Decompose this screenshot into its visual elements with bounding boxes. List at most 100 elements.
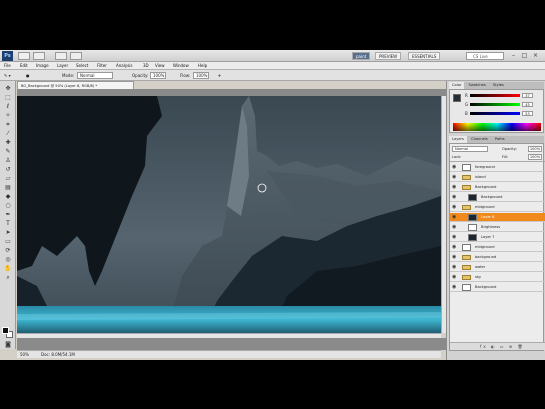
slider-g[interactable] [470,103,520,106]
menu-help[interactable]: Help [198,62,207,70]
color-spectrum[interactable] [453,123,541,131]
visibility-eye-icon[interactable]: ◉ [452,185,457,190]
visibility-eye-icon[interactable]: ◉ [452,235,457,240]
history-brush-tool-icon[interactable]: ↺ [3,166,13,174]
lasso-tool-icon[interactable]: ℓ [3,103,13,111]
menu-analysis[interactable]: Analysis [116,62,132,70]
slider-b-value[interactable]: 53 [522,111,533,116]
marquee-tool-icon[interactable]: ⬚ [3,94,13,102]
path-select-tool-icon[interactable]: ➤ [3,229,13,237]
zoom-tool-icon[interactable]: ⌕ [3,274,13,282]
slider-r-value[interactable]: 37 [522,93,533,98]
layer-footer-icons[interactable]: fx ◐ ▭ ⊕ 🗑 [450,342,545,350]
tab-swatches[interactable]: Swatches [466,82,489,89]
layer-row[interactable]: ◉ island [450,173,545,182]
airbrush-icon[interactable]: ✈ [218,70,221,81]
document-tab[interactable]: BG_Background @ 50% (Layer 6, RGB/8) * [17,81,134,89]
foreground-color-swatch[interactable] [2,327,9,334]
tab-styles[interactable]: Styles [490,82,507,89]
flow-label: Flow: [180,73,191,78]
workspace-preview-button[interactable]: PREVIEW [375,52,402,60]
blend-mode-select[interactable]: Normal [452,146,488,152]
layer-row[interactable]: ◉ foreground [450,163,545,172]
menu-file[interactable]: File [4,62,11,70]
tab-paths[interactable]: Paths [492,136,508,143]
fill-field[interactable]: 100% [528,154,542,160]
tab-layers[interactable]: Layers [449,136,467,143]
workspace-essentials-button[interactable]: ESSENTIALS [408,52,441,60]
current-color-swatch[interactable] [453,94,461,102]
workspace-paint-button[interactable]: paint [352,52,371,60]
layer-row[interactable]: ◉ Background [450,193,545,202]
maximize-icon[interactable]: □ [520,51,529,60]
slider-g-value[interactable]: 45 [522,102,533,107]
quick-mask-icon[interactable]: ◙ [3,341,13,349]
slider-r[interactable] [470,94,520,97]
cs-live-button[interactable]: CS Live [466,52,504,60]
crop-tool-icon[interactable]: ⌗ [3,121,13,129]
type-tool-icon[interactable]: T [3,220,13,228]
clone-stamp-tool-icon[interactable]: ♙ [3,157,13,165]
visibility-eye-icon[interactable]: ◉ [452,205,457,210]
tab-channels[interactable]: Channels [468,136,491,143]
layer-row[interactable]: ◉ Layer 6 [450,213,545,222]
healing-tool-icon[interactable]: ✚ [3,139,13,147]
menu-filter[interactable]: Filter [97,62,107,70]
pen-tool-icon[interactable]: ✒ [3,211,13,219]
layer-opacity-field[interactable]: 100% [528,146,542,152]
layer-row[interactable]: ◉ midground [450,243,545,252]
flow-field[interactable]: 100% [193,72,209,79]
quick-select-tool-icon[interactable]: ✧ [3,112,13,120]
visibility-eye-icon[interactable]: ◉ [452,255,457,260]
zoom-level[interactable]: 50% [20,351,29,359]
menu-window[interactable]: Window [173,62,189,70]
arrange-documents-icon[interactable] [55,52,67,60]
menu-3d[interactable]: 3D [143,62,149,70]
menu-layer[interactable]: Layer [57,62,68,70]
close-icon[interactable]: × [531,51,540,60]
visibility-eye-icon[interactable]: ◉ [452,215,457,220]
visibility-eye-icon[interactable]: ◉ [452,265,457,270]
blur-tool-icon[interactable]: ◆ [3,193,13,201]
layer-row[interactable]: ◉ water [450,263,545,272]
layer-row[interactable]: ◉ Background [450,283,545,292]
bridge-icon[interactable] [18,52,30,60]
visibility-eye-icon[interactable]: ◉ [452,275,457,280]
minimize-icon[interactable]: – [509,51,518,60]
menu-image[interactable]: Image [36,62,49,70]
visibility-eye-icon[interactable]: ◉ [452,175,457,180]
brush-tool-icon[interactable]: ✎ [3,148,13,156]
eyedropper-tool-icon[interactable]: ⁄ [3,130,13,138]
menu-select[interactable]: Select [76,62,88,70]
layer-row[interactable]: ◉ midground [450,203,545,212]
menu-edit[interactable]: Edit [20,62,28,70]
layer-row[interactable]: ◉ Background [450,183,545,192]
dodge-tool-icon[interactable]: ○ [3,202,13,210]
layer-row[interactable]: ◉ Layer 7 [450,233,545,242]
layer-row[interactable]: ◉ sky [450,273,545,282]
document-canvas[interactable] [17,96,441,333]
mini-bridge-icon[interactable] [33,52,45,60]
screen-mode-icon[interactable] [70,52,82,60]
visibility-eye-icon[interactable]: ◉ [452,285,457,290]
3d-orbit-tool-icon[interactable]: ◎ [3,256,13,264]
visibility-eye-icon[interactable]: ◉ [452,165,457,170]
visibility-eye-icon[interactable]: ◉ [452,225,457,230]
move-tool-icon[interactable]: ✥ [3,85,13,93]
brush-size-icon[interactable]: ● [26,70,30,81]
3d-rotate-tool-icon[interactable]: ⟳ [3,247,13,255]
gradient-tool-icon[interactable]: ▤ [3,184,13,192]
tab-color[interactable]: Color [449,82,465,89]
layer-row[interactable]: ◉ Brightness [450,223,545,232]
brush-preset-icon[interactable]: ✎ ▾ [4,70,11,81]
opacity-field[interactable]: 100% [150,72,166,79]
eraser-tool-icon[interactable]: ▱ [3,175,13,183]
hand-tool-icon[interactable]: ✋ [3,265,13,273]
visibility-eye-icon[interactable]: ◉ [452,195,457,200]
shape-tool-icon[interactable]: ▭ [3,238,13,246]
menu-view[interactable]: View [155,62,165,70]
mode-select[interactable]: Normal [77,72,113,79]
slider-b[interactable] [470,112,520,115]
visibility-eye-icon[interactable]: ◉ [452,245,457,250]
layer-row[interactable]: ◉ background [450,253,545,262]
